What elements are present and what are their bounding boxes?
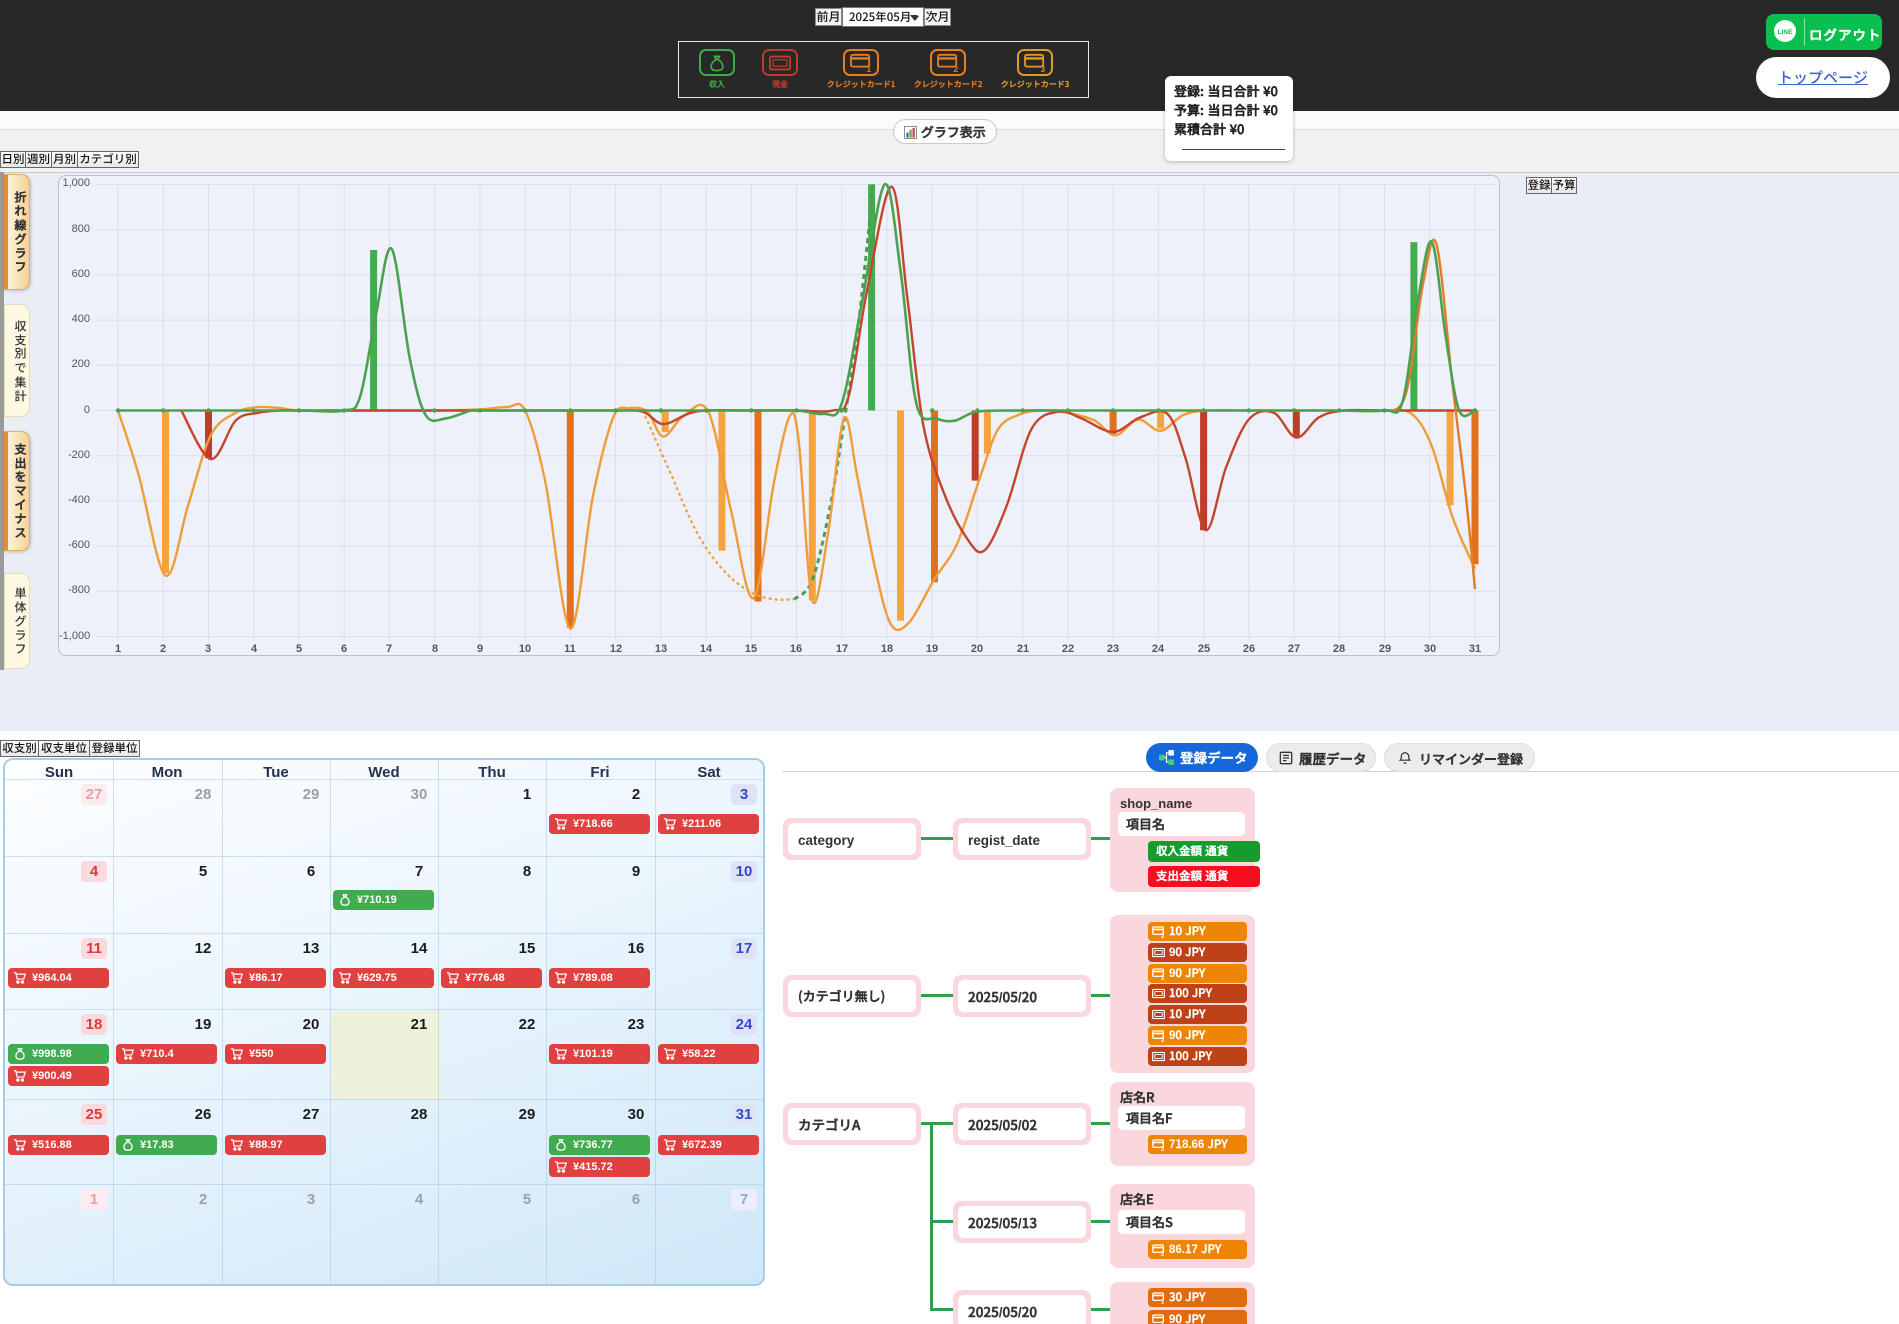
svg-text:2: 2	[1161, 973, 1165, 980]
svg-text:1: 1	[1161, 1297, 1164, 1304]
svg-text:1: 1	[1161, 1319, 1164, 1324]
svg-text:LINE: LINE	[1778, 29, 1793, 36]
svg-text:2: 2	[1161, 1035, 1165, 1042]
svg-text:2: 2	[1161, 1144, 1165, 1151]
svg-text:2: 2	[1161, 1249, 1165, 1256]
svg-text:3: 3	[1040, 65, 1045, 73]
svg-text:1: 1	[866, 65, 871, 73]
svg-text:2: 2	[1161, 931, 1165, 938]
svg-text:2: 2	[953, 65, 958, 73]
